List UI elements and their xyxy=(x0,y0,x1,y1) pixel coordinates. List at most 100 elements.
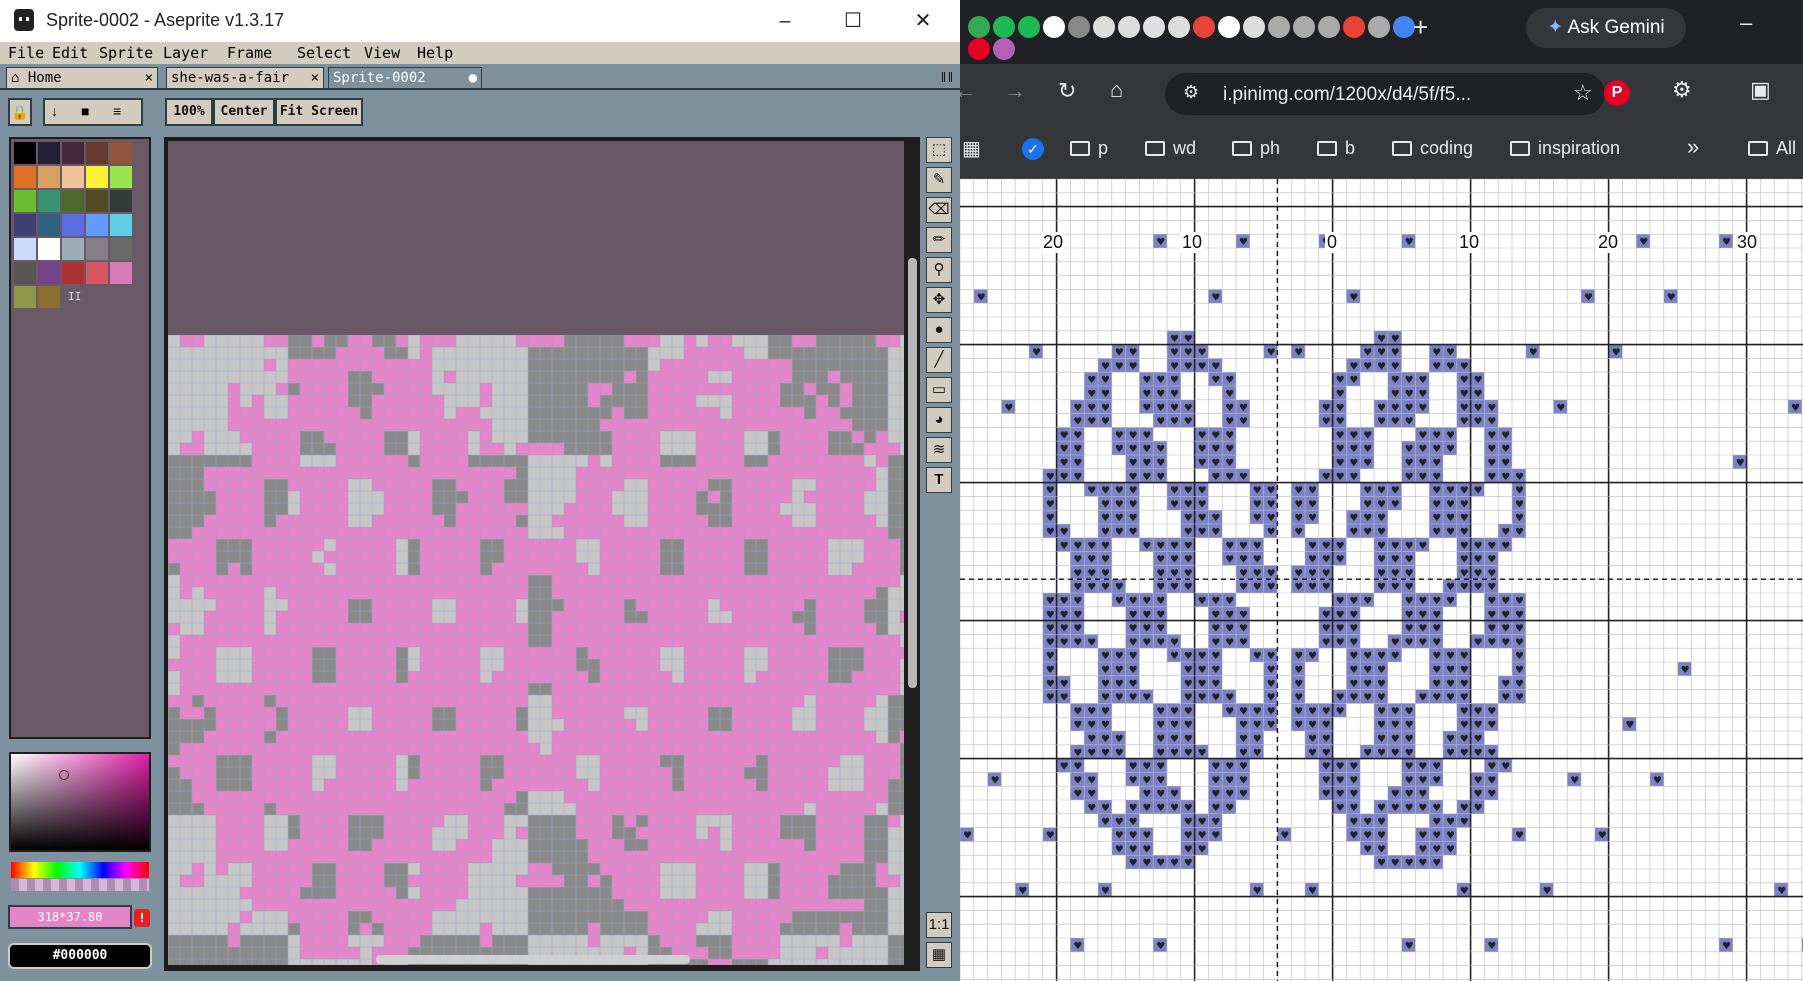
bookmark-folder-b[interactable]: b xyxy=(1317,138,1355,159)
pinned-tab-favicon[interactable] xyxy=(1193,16,1215,38)
palette-swatch[interactable] xyxy=(110,142,132,164)
palette-swatch[interactable] xyxy=(14,142,36,164)
pinned-tab-favicon[interactable] xyxy=(1393,16,1415,38)
menu-sprite[interactable]: Sprite xyxy=(99,44,153,62)
pinned-tab-favicon[interactable] xyxy=(1318,16,1340,38)
palette-swatch[interactable] xyxy=(62,238,84,260)
pinned-tab-favicon[interactable] xyxy=(1218,16,1240,38)
line-tool-icon[interactable]: ╱ xyxy=(926,347,952,373)
new-tab-icon[interactable]: + xyxy=(1413,12,1428,43)
rectangle-tool-icon[interactable]: ▭ xyxy=(926,377,952,403)
modified-dot-icon[interactable]: ● xyxy=(469,68,477,88)
bookmark-folder-wd[interactable]: wd xyxy=(1145,138,1196,159)
palette-swatch[interactable] xyxy=(110,166,132,188)
menu-select[interactable]: Select xyxy=(297,44,351,62)
apps-icon[interactable]: ▦ xyxy=(962,136,981,161)
home-icon[interactable]: ⌂ xyxy=(1110,77,1123,103)
close-tab-icon[interactable]: × xyxy=(311,68,319,88)
pinned-tab-favicon[interactable] xyxy=(1293,16,1315,38)
marquee-tool-icon[interactable]: ⬚ xyxy=(926,137,952,163)
palette-swatch[interactable] xyxy=(62,142,84,164)
forward-icon[interactable]: → xyxy=(1004,78,1026,104)
ask-gemini-button[interactable]: ✦ Ask Gemini xyxy=(1526,8,1686,48)
text-tool-icon[interactable]: T xyxy=(926,467,952,493)
fill-tool-icon[interactable]: ● xyxy=(926,317,952,343)
pixel-art[interactable] xyxy=(168,335,904,965)
spray-tool-icon[interactable]: ≋ xyxy=(926,437,952,463)
url-text[interactable]: i.pinimg.com/1200x/d4/5f/f5... xyxy=(1223,84,1471,106)
maximize-button[interactable]: ☐ xyxy=(830,6,876,36)
actual-size-icon[interactable]: 1:1 xyxy=(926,912,952,938)
palette-swatch[interactable] xyxy=(110,262,132,284)
palette-swatch[interactable] xyxy=(14,238,36,260)
pinned-tab-favicon[interactable] xyxy=(1043,16,1065,38)
pinned-tab-favicon[interactable] xyxy=(1268,16,1290,38)
sort-down-icon[interactable]: ↓ xyxy=(51,103,58,119)
pinned-tab-favicon[interactable] xyxy=(1243,16,1265,38)
tab-sprite-0002[interactable]: Sprite-0002 ● xyxy=(328,67,482,88)
palette-swatch[interactable] xyxy=(86,214,108,236)
palette-swatch[interactable] xyxy=(14,262,36,284)
palette-swatch[interactable] xyxy=(86,166,108,188)
fit-screen-button[interactable]: Fit Screen xyxy=(275,98,363,126)
zoom-tool-icon[interactable]: ⚲ xyxy=(926,257,952,283)
pinned-tab-favicon[interactable] xyxy=(1068,16,1090,38)
back-icon[interactable]: ← xyxy=(960,78,976,104)
picker-cursor[interactable] xyxy=(59,770,69,780)
move-tool-icon[interactable]: ✥ xyxy=(926,287,952,313)
pencil-tool-icon[interactable]: ✎ xyxy=(926,167,952,193)
pinned-tab-favicon[interactable] xyxy=(1143,16,1165,38)
pinned-tab-favicon[interactable] xyxy=(1118,16,1140,38)
bookmark-folder-ph[interactable]: ph xyxy=(1232,138,1280,159)
bookmark-folder-p[interactable]: p xyxy=(1070,138,1108,159)
menu-edit[interactable]: Edit xyxy=(52,44,88,62)
palette-swatch[interactable] xyxy=(38,166,60,188)
palette-swatch[interactable] xyxy=(14,190,36,212)
menu-file[interactable]: File xyxy=(8,44,44,62)
menu-list-icon[interactable]: ≡ xyxy=(113,103,121,119)
bookmark-folder-inspiration[interactable]: inspiration xyxy=(1510,138,1620,159)
zoom-100-button[interactable]: 100% xyxy=(165,98,213,126)
palette-swatch[interactable] xyxy=(110,214,132,236)
pinned-tab-favicon[interactable] xyxy=(993,16,1015,38)
reload-icon[interactable]: ↻ xyxy=(1058,78,1076,104)
alpha-slider[interactable] xyxy=(11,879,149,891)
pinned-tab-favicon[interactable] xyxy=(968,38,990,60)
more-bookmarks-icon[interactable]: » xyxy=(1687,134,1699,160)
extensions-icon[interactable]: ⚙ xyxy=(1672,77,1692,103)
hue-slider[interactable] xyxy=(11,862,149,878)
bookmark-folder-coding[interactable]: coding xyxy=(1392,138,1473,159)
pinned-tab-favicon[interactable] xyxy=(1093,16,1115,38)
palette-swatch[interactable] xyxy=(38,238,60,260)
palette-swatch[interactable] xyxy=(110,238,132,260)
tab-home[interactable]: ⌂ Home × xyxy=(6,67,158,88)
menu-view[interactable]: View xyxy=(364,44,400,62)
lock-icon[interactable]: 🔒 xyxy=(8,98,32,126)
palette-swatch[interactable] xyxy=(62,166,84,188)
palette-swatch[interactable] xyxy=(86,142,108,164)
palette-swatch[interactable] xyxy=(86,190,108,212)
palette-swatch[interactable] xyxy=(62,214,84,236)
palette-swatch[interactable] xyxy=(38,214,60,236)
menu-frame[interactable]: Frame xyxy=(227,44,272,62)
pinned-tab-favicon[interactable] xyxy=(993,38,1015,60)
sprite-canvas[interactable] xyxy=(168,335,904,965)
canvas-editor[interactable] xyxy=(164,137,920,971)
site-info-icon[interactable]: ⚙ xyxy=(1183,82,1199,103)
menu-help[interactable]: Help xyxy=(417,44,453,62)
palette-options-icon[interactable]: ■ xyxy=(81,103,89,119)
pinterest-extension-icon[interactable]: P xyxy=(1604,80,1630,106)
palette-swatch[interactable] xyxy=(86,238,108,260)
pinned-tab-favicon[interactable] xyxy=(968,16,990,38)
tab-she-was-a-fair[interactable]: she-was-a-fair × xyxy=(166,67,324,88)
color-picker-square[interactable] xyxy=(9,752,151,852)
horizontal-scrollbar[interactable] xyxy=(376,955,690,964)
eraser-tool-icon[interactable]: ⌫ xyxy=(926,197,952,223)
palette-swatch[interactable] xyxy=(38,142,60,164)
pinned-tab-favicon[interactable] xyxy=(1343,16,1365,38)
palette-swatch[interactable] xyxy=(38,262,60,284)
palette-swatch[interactable] xyxy=(14,166,36,188)
close-tab-icon[interactable]: × xyxy=(145,68,153,88)
minimize-button[interactable]: – xyxy=(762,6,808,36)
eyedropper-tool-icon[interactable]: ✏ xyxy=(926,227,952,253)
